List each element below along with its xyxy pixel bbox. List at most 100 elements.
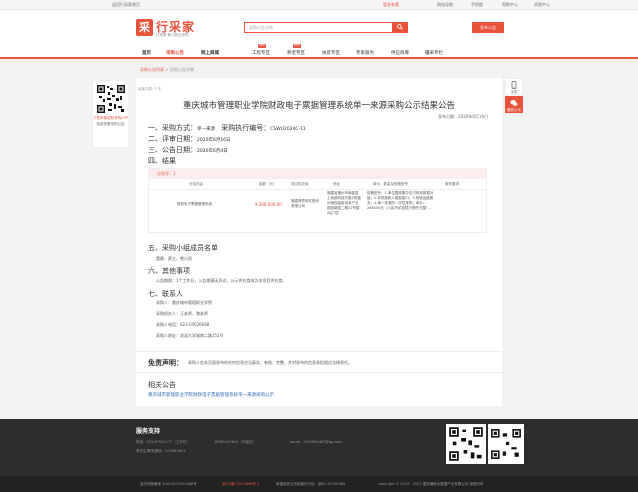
search-box: 采购公告名称 [244,22,408,33]
message-link[interactable]: 消息中心 [534,2,550,8]
new-badge: NEW [293,44,301,48]
disclaimer-text: 采购人在本页面发布的任何信息应当真实、有效、完整，并对发布的信息承担相应法律责任… [188,360,352,365]
footer-qr-code-icon [446,424,486,464]
package-label: 分包号：1 [149,169,486,179]
footer-email: email：1461694487@qq.com [290,440,342,444]
table-cell-supplier: 福建博思软件股份有限公司 [291,199,319,208]
publish-date: 发布日期：2020年6月16日 [438,114,488,119]
app-download-panel[interactable]: 下载采家招标采购APP 免费查看采购公告 [92,80,129,148]
breadcrumb-current: 采购公告详情 [169,67,194,72]
back-home-link[interactable]: 返回行采家首页 [112,2,140,8]
disclaimer-label: 免责声明： [148,359,183,367]
contact-purchaser: 采购人：重庆城市管理职业学院 [156,300,212,305]
nav-xinjiang[interactable]: 疆采专栏 [425,50,443,56]
footer-qr-code-2-icon [488,424,524,464]
view-count: 阅读次数: 7 次 [138,87,162,91]
mobile-tool[interactable]: 手机 [505,78,523,95]
contact-phone: 采购人电话：023-65626068 [156,322,210,327]
section-notice-date: 三、公告日期：2020年6月4日 [148,145,228,155]
table-cell-content: 财政电子票据管理系统 [177,202,212,206]
section-method-label: 一、采购方式： [148,124,197,132]
other-value: 公告期限：1个工作日，公告期满无异议，公示供应商成为本项目供应商。 [156,278,287,283]
table-cell-spec: 规格型号：1.单位国库集中支付体系数据对接；2.非税缴款人缴费接口；3.系统运维… [367,191,434,210]
table-header: 金额（元） [259,182,277,186]
nav-suppliers[interactable]: 供应商库 [391,50,409,56]
section-members: 五、采购小组成员名单 [148,243,218,253]
main-nav: 首页 采购公告 网上商城 工程专区 NEW 养老专区 NEW 扶贫专区 专家服务 供… [0,44,638,59]
publish-button[interactable]: 发布公告 [472,22,504,33]
contact-label: 七、联系人 [148,290,183,298]
breadcrumb-sep: > [165,67,169,72]
table-header: 成交供应商 [291,182,309,186]
notice-date-label: 三、公告日期： [148,146,197,154]
nav-elderly-label: 养老专区 [287,51,305,56]
nav-map-link[interactable]: 网站导航 [437,2,453,8]
method-value: 单一来源 [197,127,215,132]
table-cell-amount: ¥ 268,000.00 [255,202,282,207]
footer-icp[interactable]: 渝ICP备13003866号-2 [222,482,259,487]
disclaimer: 免责声明： 采购人在本页面发布的任何信息应当真实、有效、完整，并对发布的信息承担… [136,351,502,371]
wechat-tool[interactable]: 微信公众号 [505,96,523,117]
result-label: 四、结果 [148,157,176,165]
nav-experts[interactable]: 专家服务 [356,50,374,56]
section-review-date: 二、评审日期：2020年6月16日 [148,134,231,144]
section-contact: 七、联系人 [148,289,183,299]
wechat-icon [510,99,518,107]
site-logo[interactable]: 采 行采家 行采家 助力政企采购 [136,18,200,44]
floating-tools: 手机 微信公众号 [505,78,523,117]
table-cell-address: 福建省福州市闽侯县上街镇科技东路3号福州海西高新技术产业园创新园二期22号楼A区… [327,191,361,215]
review-date-value: 2020年6月16日 [197,138,231,143]
nav-poverty[interactable]: 扶贫专区 [322,50,340,56]
code-label: 采购执行编号： [221,124,271,132]
nav-announcements[interactable]: 采购公告 [166,50,184,56]
footer-police-record[interactable]: 重庆网警备案 50019202000488号 [140,482,197,487]
section-other: 六、其他事项 [148,266,190,276]
footer-phone-2: 18065167803（升级日） [214,440,256,444]
wechat-tool-label: 微信公众号 [507,108,521,117]
related-link[interactable]: 重庆城市管理职业学院财政电子票据管理系统单一来源采购公示 [148,392,274,398]
help-link[interactable]: 帮助中心 [502,2,518,8]
table-header: 地址 [333,182,340,186]
top-bar: 返回行采家首页 登录有惠 网站导航 手机版 帮助中心 消息中心 [0,0,638,10]
table-header: 服务要求 [445,182,459,186]
table-divider [149,189,486,190]
mobile-link[interactable]: 手机版 [471,2,483,8]
qr-code-icon [96,84,126,114]
service-support-title: 服务支持 [136,428,161,435]
nav-engineering[interactable]: 工程专区 NEW [252,44,270,56]
members-label: 五、采购小组成员名单 [148,244,218,252]
header: 采 行采家 行采家 助力政企采购 采购公告名称 发布公告 [0,10,638,46]
login-link[interactable]: 登录有惠 [383,2,399,8]
nav-home[interactable]: 首页 [142,50,151,56]
table-header: 分包内容 [189,182,203,186]
contact-handler: 采购经办人：汪老师，黎老师 [156,311,208,316]
table-header: 单价、数量及规格型号 [373,182,408,186]
phone-icon [511,81,517,89]
footer-phone: 电话：023-67922277（工作日） [136,440,190,444]
section-method: 一、采购方式：单一来源 采购执行编号：CSWU2020C-11 [148,123,306,133]
app-download-text: 下载采家招标采购APP [93,116,128,120]
logo-mark-icon: 采 [136,19,153,36]
breadcrumb-list-link[interactable]: 采购公告列表 [140,67,164,72]
result-table: 分包号：1 分包内容 金额（元） 成交供应商 地址 单价、数量及规格型号 服务要… [148,168,487,233]
review-date-label: 二、评审日期： [148,135,197,143]
footer-bottom-bar: 重庆网警备案 50019202000488号 渝ICP备13003866号-2 … [0,476,638,492]
nav-elderly[interactable]: 养老专区 NEW [287,44,305,56]
contact-address: 采购人地址：虎溪大学城南二路151号 [156,333,224,338]
breadcrumb: 采购公告列表 > 采购公告详情 [140,67,194,73]
search-button[interactable] [392,22,408,33]
mobile-tool-label: 手机 [510,90,518,94]
other-label: 六、其他事项 [148,267,190,275]
related-heading: 相关公告 [148,381,176,389]
search-icon [397,24,403,30]
search-input[interactable]: 采购公告名称 [249,25,273,31]
section-result: 四、结果 [148,156,176,166]
related-announcements: 相关公告 重庆城市管理职业学院财政电子票据管理系统单一来源采购公示 [136,372,502,406]
footer: 服务支持 电话：023-67922277（工作日） 18065167803（升级… [0,419,638,492]
footer-copyright: copyright © 2019 - 2023 重庆瀚雨大数据产业有限公司 版权… [378,482,484,486]
footer-qq: 李先生/联系微信：023961601 [136,449,186,453]
app-download-subtext: 免费查看采购公告 [96,122,125,126]
nav-mall[interactable]: 网上商城 [201,50,219,56]
members-value: 董静，蔡立，熊小凯 [156,256,192,261]
article-panel: 阅读次数: 7 次 重庆城市管理职业学院财政电子票据管理系统单一来源采购公示结果… [136,78,502,406]
